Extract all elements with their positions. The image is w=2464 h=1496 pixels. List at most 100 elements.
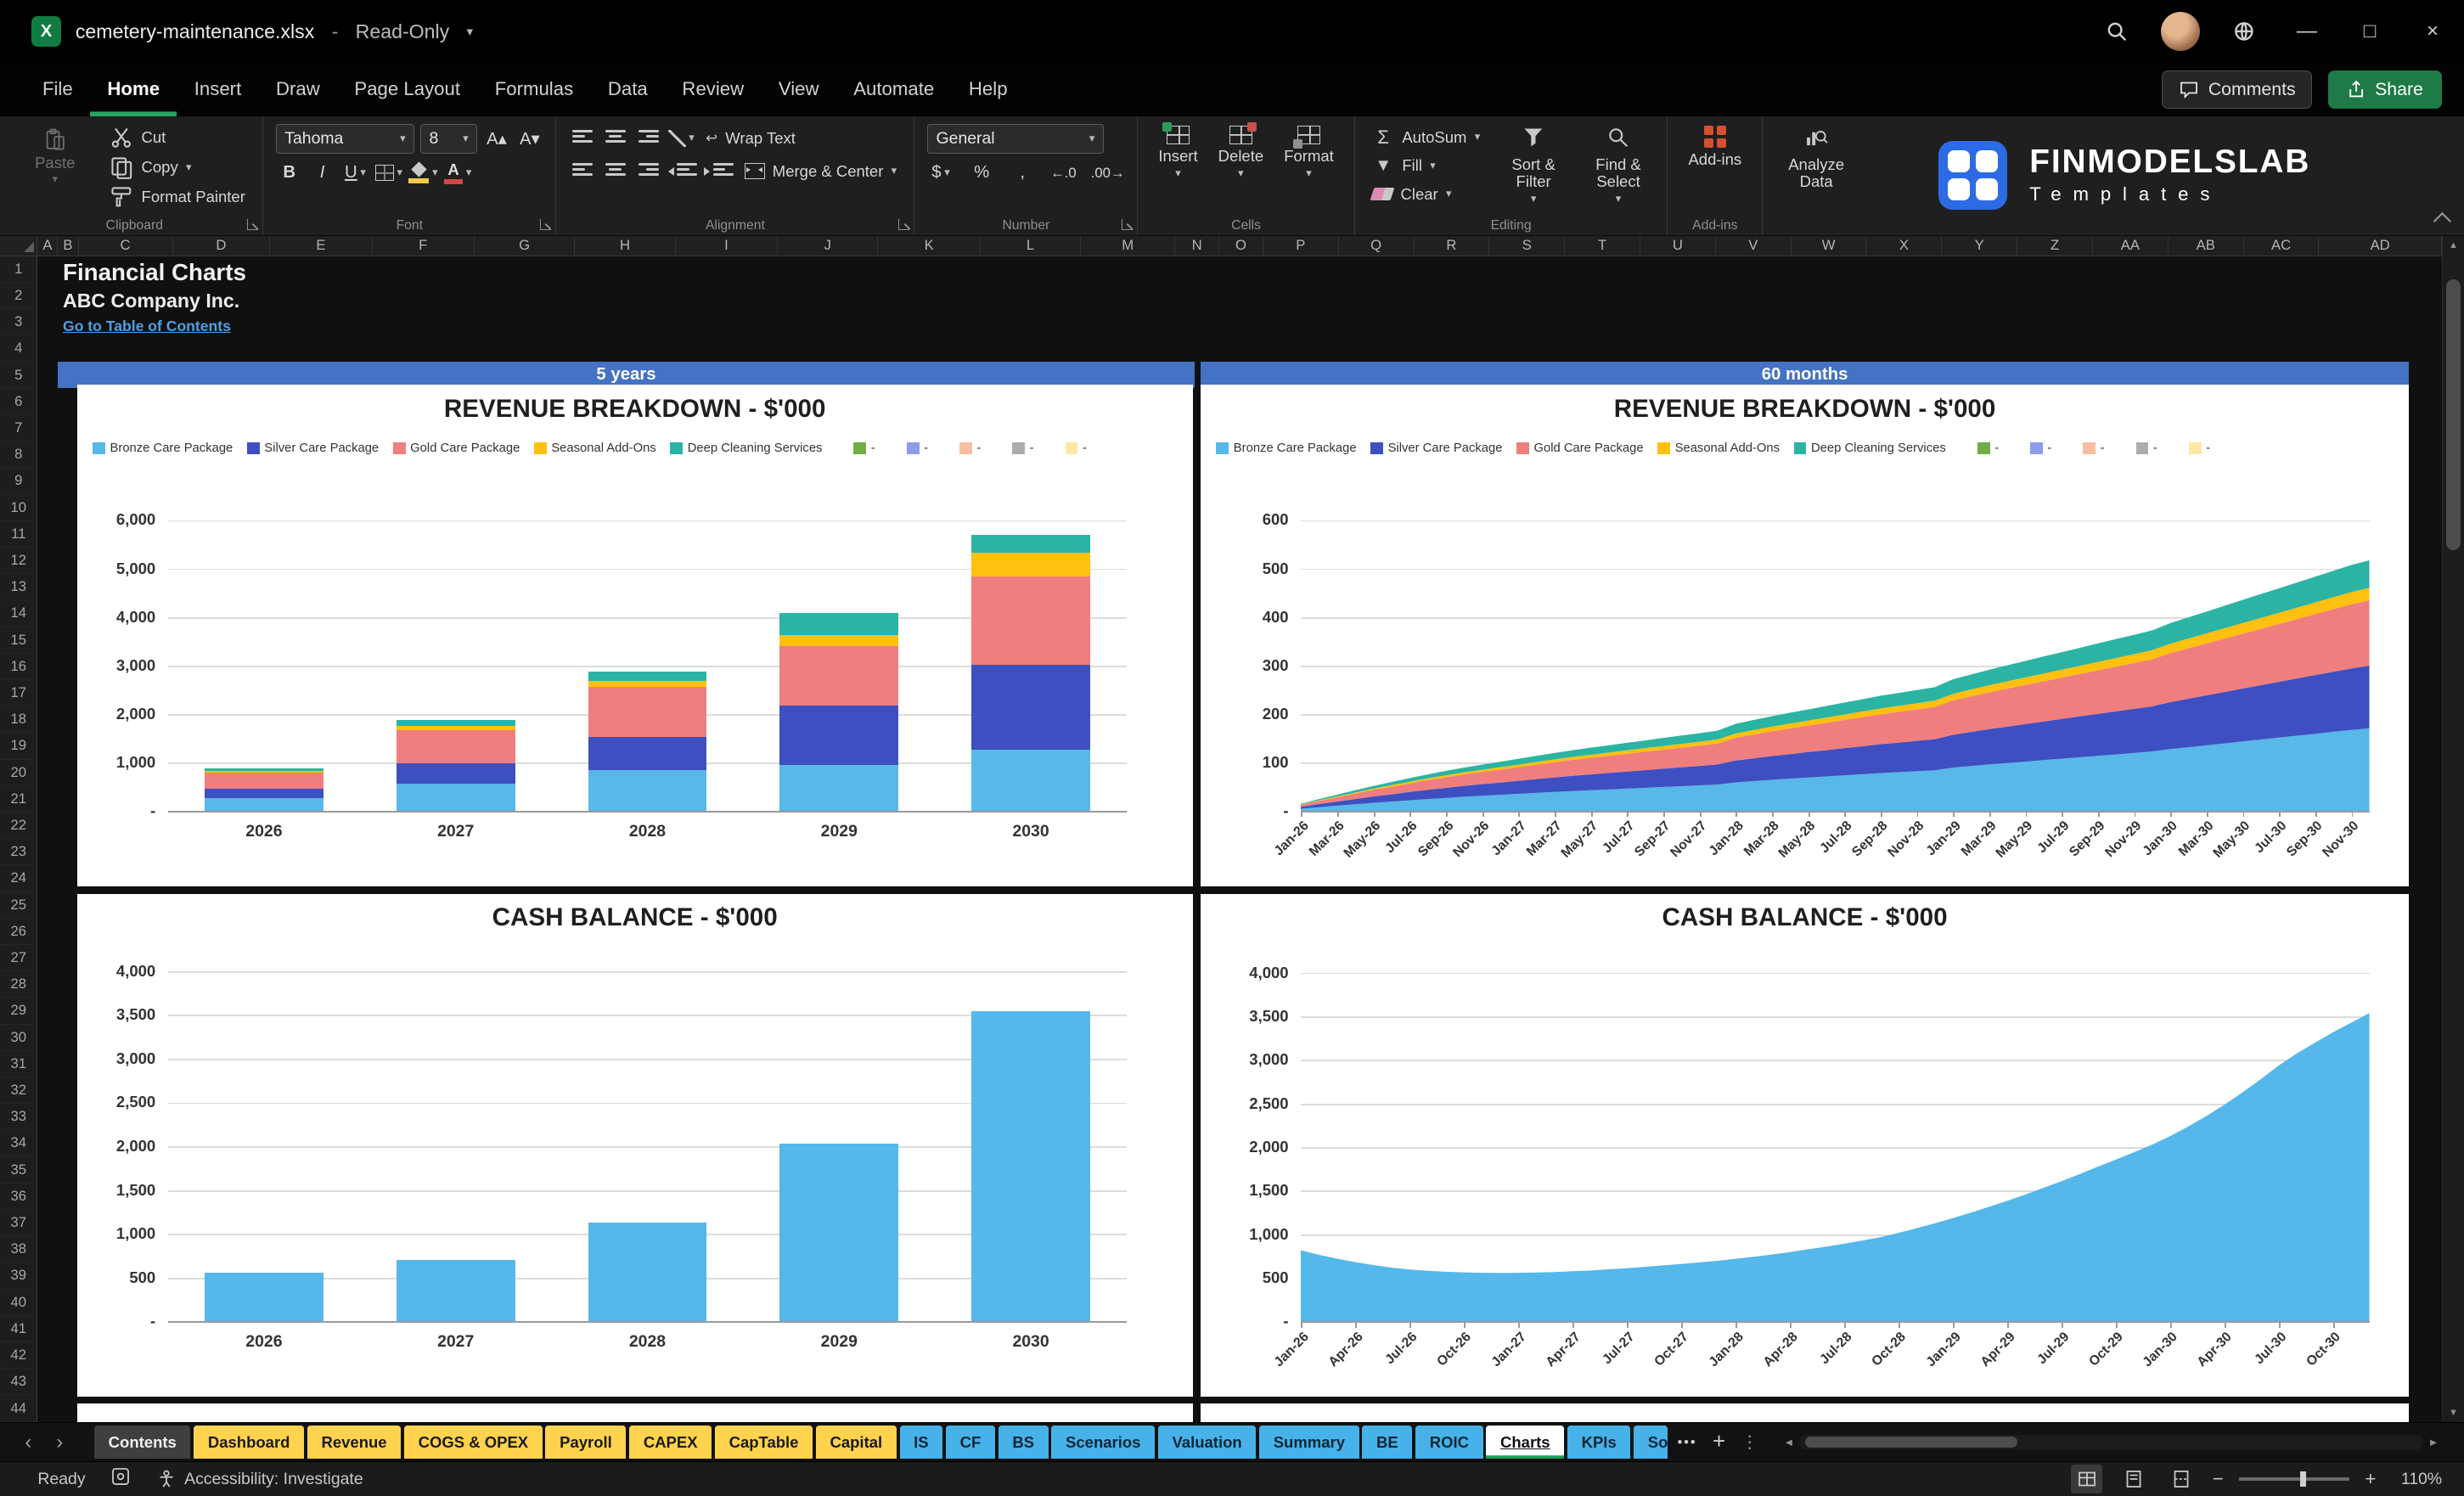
cut-button[interactable]: Cut [104,124,250,150]
chart-revenue-breakdown-annual[interactable]: REVENUE BREAKDOWN - $'000 Bronze Care Pac… [76,385,1193,886]
row-header-27[interactable]: 27 [0,945,37,972]
column-header-h[interactable]: H [575,235,676,256]
row-header-33[interactable]: 33 [0,1104,37,1131]
clipboard-dialog-launcher[interactable] [246,219,258,231]
chart-revenue-breakdown-monthly[interactable]: REVENUE BREAKDOWN - $'000 Bronze Care Pac… [1200,385,2410,886]
vertical-scrollbar[interactable]: ▲ ▼ [2442,235,2464,1422]
column-header-ab[interactable]: AB [2169,235,2244,256]
page-break-view-button[interactable] [2165,1465,2197,1493]
shrink-font-button[interactable]: A▾ [516,125,543,153]
orientation-button[interactable]: ▾ [668,124,695,152]
number-format-select[interactable]: General ▾ [927,124,1104,155]
sheet-tab-valuation[interactable]: Valuation [1157,1426,1257,1459]
column-header-o[interactable]: O [1219,235,1263,256]
row-header-35[interactable]: 35 [0,1157,37,1184]
row-header-36[interactable]: 36 [0,1184,37,1210]
row-header-5[interactable]: 5 [0,362,37,389]
sheet-tab-capital[interactable]: Capital [815,1426,897,1459]
decrease-indent-button[interactable] [668,157,698,185]
column-header-e[interactable]: E [270,235,373,256]
globe-button[interactable] [2213,0,2276,63]
fill-button[interactable]: ▼ Fill ▾ [1368,153,1485,179]
column-header-d[interactable]: D [173,235,271,256]
menu-help[interactable]: Help [952,63,1025,116]
clear-button[interactable]: Clear ▾ [1368,181,1485,207]
column-header-x[interactable]: X [1866,235,1943,256]
page-layout-view-button[interactable] [2118,1465,2150,1493]
row-header-42[interactable]: 42 [0,1342,37,1369]
column-header-l[interactable]: L [981,235,1082,256]
row-header-34[interactable]: 34 [0,1130,37,1157]
scroll-left-button[interactable]: ◄ [1784,1436,1795,1448]
menu-insert[interactable]: Insert [177,63,258,116]
row-header-29[interactable]: 29 [0,998,37,1025]
column-header-i[interactable]: I [676,235,779,256]
column-header-w[interactable]: W [1792,235,1867,256]
increase-indent-button[interactable] [703,157,734,185]
column-header-f[interactable]: F [373,235,475,256]
scroll-right-button[interactable]: ► [2428,1436,2439,1448]
column-header-u[interactable]: U [1640,235,1716,256]
menu-page-layout[interactable]: Page Layout [337,63,477,116]
font-family-select[interactable]: Tahoma ▾ [276,124,414,155]
vertical-scroll-thumb[interactable] [2445,279,2461,550]
table-of-contents-link[interactable]: Go to Table of Contents [63,318,231,335]
row-header-3[interactable]: 3 [0,309,37,336]
sheet-tab-roic[interactable]: ROIC [1415,1426,1483,1459]
row-header-20[interactable]: 20 [0,760,37,786]
insert-cells-button[interactable]: Insert ▾ [1150,121,1206,181]
accessibility-status-button[interactable]: Accessibility: Investigate [156,1469,363,1489]
sheet-tab-be[interactable]: BE [1362,1426,1413,1459]
column-header-b[interactable]: B [58,235,79,256]
row-header-37[interactable]: 37 [0,1210,37,1237]
row-header-14[interactable]: 14 [0,600,37,627]
sheet-tab-captable[interactable]: CapTable [714,1426,813,1459]
zoom-slider[interactable] [2239,1471,2349,1488]
row-header-2[interactable]: 2 [0,283,37,310]
sheet-tab-revenue[interactable]: Revenue [307,1426,402,1459]
column-header-y[interactable]: Y [1942,235,2018,256]
column-header-s[interactable]: S [1489,235,1566,256]
row-header-22[interactable]: 22 [0,813,37,840]
menu-home[interactable]: Home [90,63,177,116]
sheet-tab-payroll[interactable]: Payroll [545,1426,627,1459]
grow-font-button[interactable]: A▴ [483,125,509,153]
column-header-v[interactable]: V [1716,235,1792,256]
font-size-select[interactable]: 8 ▾ [420,124,477,155]
column-header-j[interactable]: J [778,235,879,256]
align-bottom-button[interactable] [635,124,661,152]
scroll-up-button[interactable]: ▲ [2443,236,2464,255]
alignment-dialog-launcher[interactable] [897,219,909,231]
sheet-tab-kpis[interactable]: KPIs [1567,1426,1631,1459]
merge-center-button[interactable]: Merge & Center ▾ [740,158,902,184]
row-header-44[interactable]: 44 [0,1395,37,1422]
row-header-28[interactable]: 28 [0,971,37,998]
sheet-tab-cf[interactable]: CF [946,1426,995,1459]
paste-button[interactable]: Paste ▾ [19,124,91,211]
horizontal-scroll-thumb[interactable] [1805,1437,2018,1448]
row-header-31[interactable]: 31 [0,1051,37,1077]
row-header-9[interactable]: 9 [0,468,37,495]
column-header-p[interactable]: P [1263,235,1339,256]
currency-format-button[interactable]: $ ▾ [927,159,954,187]
row-header-43[interactable]: 43 [0,1369,37,1396]
column-header-z[interactable]: Z [2017,235,2093,256]
row-header-7[interactable]: 7 [0,415,37,442]
row-header-21[interactable]: 21 [0,786,37,813]
column-header-ad[interactable]: AD [2319,235,2442,256]
menu-formulas[interactable]: Formulas [477,63,590,116]
normal-view-button[interactable] [2071,1465,2103,1493]
analyze-data-button[interactable]: Analyze Data [1775,124,1857,192]
align-center-button[interactable] [602,157,628,185]
increase-decimal-button[interactable]: ←.0 [1050,159,1077,187]
sheet-nav-prev-button[interactable]: ‹ [16,1431,42,1454]
zoom-slider-thumb[interactable] [2299,1471,2306,1488]
align-top-button[interactable] [569,124,595,152]
row-header-19[interactable]: 19 [0,733,37,760]
scroll-down-button[interactable]: ▼ [2443,1403,2464,1422]
font-dialog-launcher[interactable] [539,219,551,231]
column-header-m[interactable]: M [1081,235,1176,256]
sort-filter-button[interactable]: Sort & Filter ▾ [1498,124,1570,207]
row-header-12[interactable]: 12 [0,548,37,575]
row-header-8[interactable]: 8 [0,441,37,469]
